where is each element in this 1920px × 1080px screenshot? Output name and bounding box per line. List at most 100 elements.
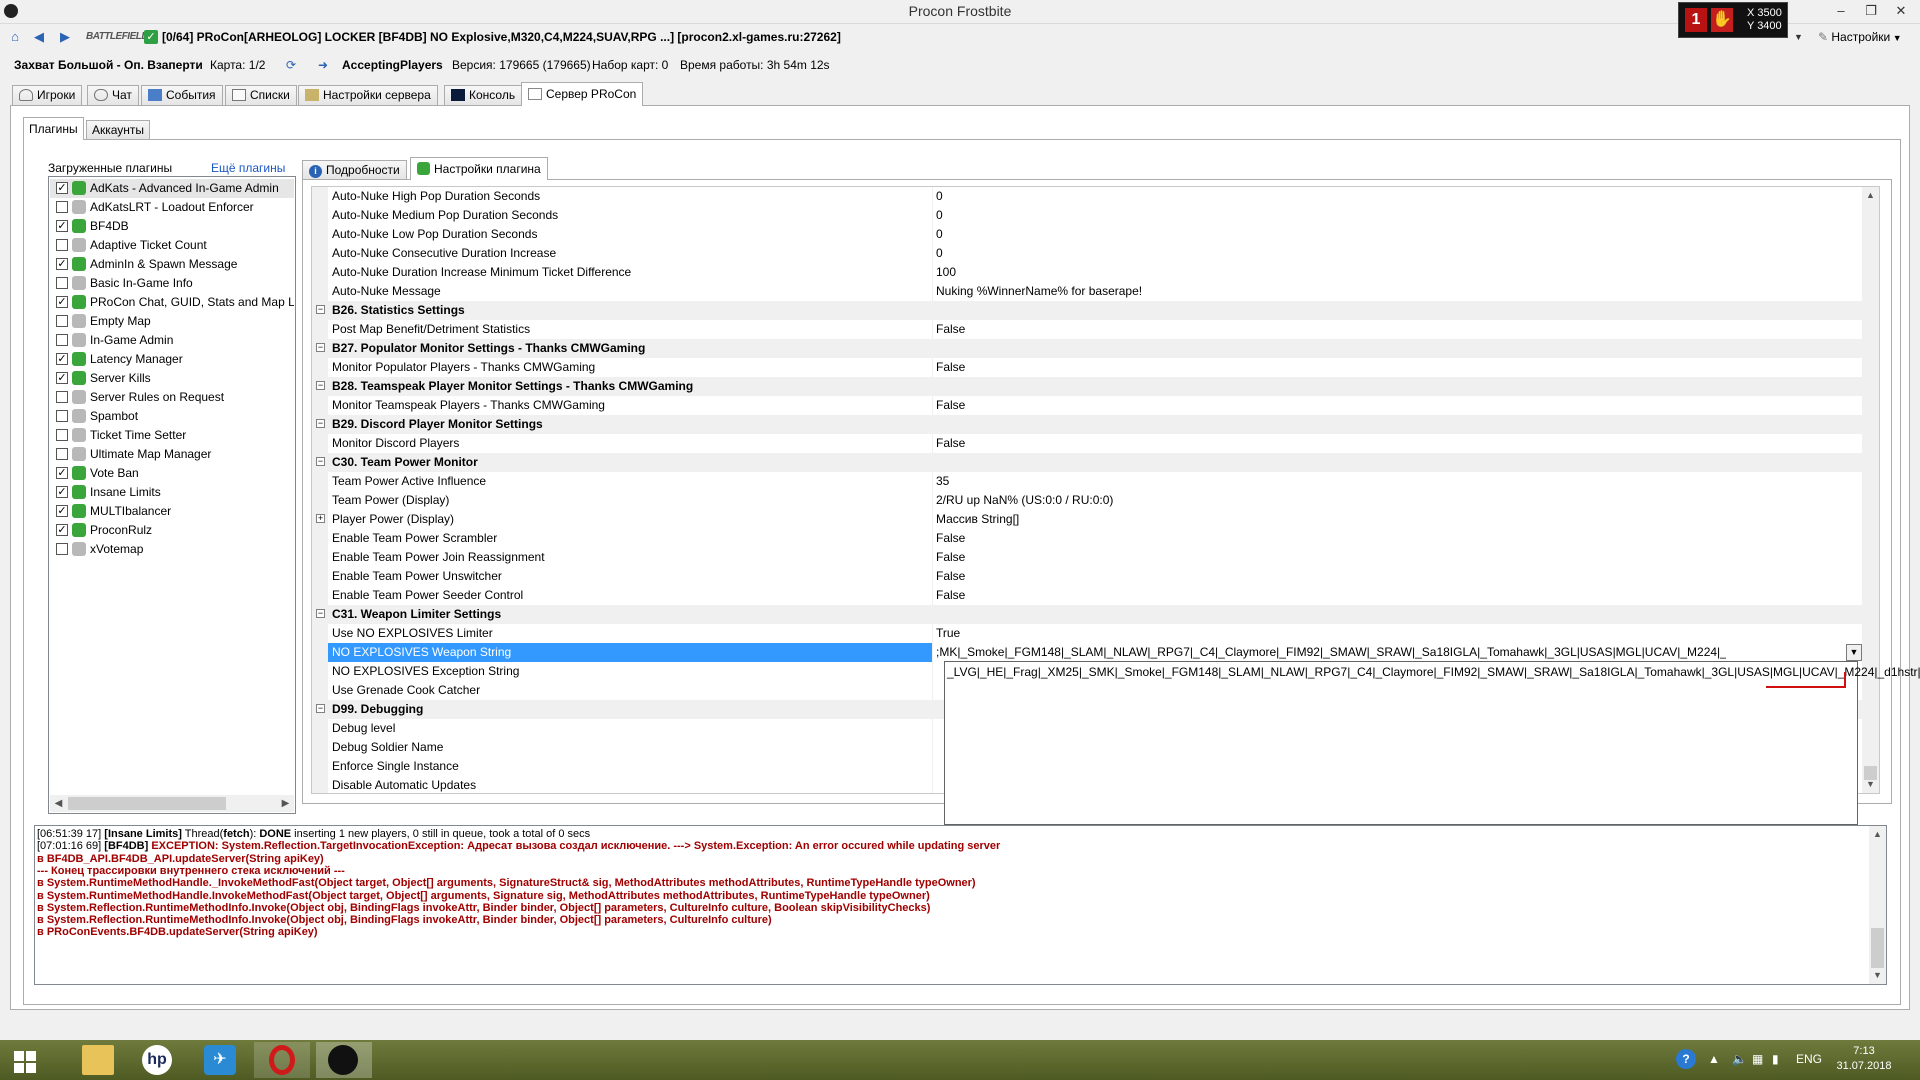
collapse-icon[interactable]: − (316, 457, 325, 466)
column-divider[interactable] (932, 206, 933, 225)
column-divider[interactable] (932, 548, 933, 567)
plugin-checkbox[interactable] (56, 410, 68, 422)
property-value[interactable]: Массив String[] (936, 512, 1019, 526)
scroll-thumb[interactable] (1871, 928, 1884, 968)
property-value[interactable]: False (936, 569, 965, 583)
plugin-item[interactable]: Spambot (50, 407, 294, 426)
opera-taskbar[interactable] (254, 1042, 310, 1078)
tab-console[interactable]: Консоль (444, 85, 523, 105)
tab-players[interactable]: Игроки (12, 85, 83, 105)
property-row[interactable]: Use NO EXPLOSIVES Limiter True (312, 624, 1864, 643)
property-value[interactable]: ;MK|_Smoke|_FGM148|_SLAM|_NLAW|_RPG7|_C4… (936, 645, 1726, 659)
plugin-item[interactable]: Empty Map (50, 312, 294, 331)
column-divider[interactable] (932, 472, 933, 491)
column-divider[interactable] (932, 738, 933, 757)
plugin-item[interactable]: AdKatsLRT - Loadout Enforcer (50, 198, 294, 217)
plugin-checkbox[interactable] (56, 239, 68, 251)
scroll-down-icon[interactable]: ▼ (1869, 967, 1886, 984)
plugin-checkbox[interactable] (56, 334, 68, 346)
property-row[interactable]: Auto-Nuke Duration Increase Minimum Tick… (312, 263, 1864, 282)
collapse-icon[interactable]: − (316, 305, 325, 314)
property-row[interactable]: Auto-Nuke Consecutive Duration Increase 0 (312, 244, 1864, 263)
help-icon[interactable]: ? (1676, 1049, 1696, 1069)
chevron-down-icon[interactable]: ▼ (1794, 32, 1803, 42)
tab-procon-server[interactable]: Сервер PRoCon (521, 82, 644, 106)
plugin-item[interactable]: Ultimate Map Manager (50, 445, 294, 464)
scroll-left-icon[interactable]: ◀ (50, 795, 67, 812)
language-indicator[interactable]: ENG (1796, 1052, 1822, 1066)
column-divider[interactable] (932, 187, 933, 206)
tab-plugin-settings[interactable]: Настройки плагина (410, 157, 548, 180)
weapon-string-text[interactable]: _LVG|_HE|_Frag|_XM25|_SMK|_Smoke|_FGM148… (947, 665, 1920, 679)
plugin-checkbox[interactable]: ✓ (56, 353, 68, 365)
settings-menu[interactable]: ✎ Настройки ▼ (1818, 30, 1902, 44)
property-row[interactable]: Monitor Discord Players False (312, 434, 1864, 453)
column-divider[interactable] (932, 263, 933, 282)
property-row[interactable]: Monitor Populator Players - Thanks CMWGa… (312, 358, 1864, 377)
plugin-item[interactable]: ✓ MULTIbalancer (50, 502, 294, 521)
rocket-taskbar[interactable]: ✈ (192, 1042, 248, 1078)
property-value[interactable]: 0 (936, 246, 943, 260)
property-row[interactable]: Monitor Teamspeak Players - Thanks CMWGa… (312, 396, 1864, 415)
plugin-checkbox[interactable] (56, 277, 68, 289)
plugin-item[interactable]: ✓ PRoCon Chat, GUID, Stats and Map Log (50, 293, 294, 312)
plugin-item[interactable]: ✓ BF4DB (50, 217, 294, 236)
home-icon[interactable]: ⌂ (6, 29, 24, 45)
battery-icon[interactable]: ▮ (1772, 1052, 1779, 1066)
property-category[interactable]: − B28. Teamspeak Player Monitor Settings … (312, 377, 1864, 396)
plugin-checkbox[interactable]: ✓ (56, 182, 68, 194)
tab-events[interactable]: События (141, 85, 223, 105)
property-row[interactable]: Team Power (Display) 2/RU up NaN% (US:0:0… (312, 491, 1864, 510)
property-value[interactable]: 0 (936, 208, 943, 222)
plugin-checkbox[interactable] (56, 448, 68, 460)
property-row[interactable]: Auto-Nuke High Pop Duration Seconds 0 (312, 187, 1864, 206)
column-divider[interactable] (932, 434, 933, 453)
tab-server-settings[interactable]: Настройки сервера (298, 85, 438, 105)
column-divider[interactable] (932, 776, 933, 793)
weapon-string-editor[interactable]: _LVG|_HE|_Frag|_XM25|_SMK|_Smoke|_FGM148… (944, 661, 1920, 825)
tray-expand-icon[interactable]: ▲ (1708, 1052, 1720, 1066)
property-value[interactable]: False (936, 588, 965, 602)
hp-taskbar[interactable]: hp (130, 1042, 186, 1078)
plugin-checkbox[interactable] (56, 201, 68, 213)
plugin-item[interactable]: ✓ Insane Limits (50, 483, 294, 502)
plugin-checkbox[interactable] (56, 315, 68, 327)
column-divider[interactable] (932, 757, 933, 776)
property-value[interactable]: False (936, 322, 965, 336)
plugin-list[interactable]: xVotemap ✓ ProconRulz ✓ MULTIbalancer ✓ Insane… (48, 176, 296, 814)
network-icon[interactable]: ▦ (1752, 1052, 1763, 1066)
property-grid-scrollbar[interactable]: ▲ ▼ (1862, 187, 1879, 793)
event-log[interactable]: в PRoConEvents.BF4DB.updateServer(String… (34, 825, 1887, 985)
column-divider[interactable] (932, 567, 933, 586)
start-button[interactable] (0, 1042, 56, 1078)
plugin-checkbox[interactable]: ✓ (56, 524, 68, 536)
plugin-checkbox[interactable] (56, 543, 68, 555)
property-row[interactable]: Enable Team Power Scrambler False (312, 529, 1864, 548)
property-value[interactable]: False (936, 360, 965, 374)
more-plugins-link[interactable]: Ещё плагины (211, 161, 285, 175)
property-value[interactable]: 0 (936, 227, 943, 241)
property-row[interactable]: Auto-Nuke Low Pop Duration Seconds 0 (312, 225, 1864, 244)
property-row[interactable]: Enable Team Power Seeder Control False (312, 586, 1864, 605)
column-divider[interactable] (932, 624, 933, 643)
tab-accounts[interactable]: Аккаунты (86, 120, 151, 139)
plugin-item[interactable]: ✓ ProconRulz (50, 521, 294, 540)
plugin-item[interactable]: Ticket Time Setter (50, 426, 294, 445)
explorer-taskbar[interactable] (70, 1042, 126, 1078)
minimize-button[interactable]: – (1826, 0, 1856, 22)
property-category[interactable]: − C31. Weapon Limiter Settings (312, 605, 1864, 624)
property-value[interactable]: False (936, 550, 965, 564)
column-divider[interactable] (932, 681, 933, 700)
plugin-checkbox[interactable]: ✓ (56, 296, 68, 308)
procon-taskbar[interactable] (316, 1042, 372, 1078)
property-value[interactable]: False (936, 398, 965, 412)
property-category[interactable]: − B26. Statistics Settings (312, 301, 1864, 320)
tab-plugins[interactable]: Плагины (23, 117, 84, 140)
plugin-checkbox[interactable]: ✓ (56, 505, 68, 517)
property-row[interactable]: Auto-Nuke Message Nuking %WinnerName% for… (312, 282, 1864, 301)
scroll-down-icon[interactable]: ▼ (1862, 776, 1879, 793)
property-row[interactable]: Auto-Nuke Medium Pop Duration Seconds 0 (312, 206, 1864, 225)
column-divider[interactable] (932, 491, 933, 510)
plugin-checkbox[interactable] (56, 391, 68, 403)
plugin-item[interactable]: ✓ Vote Ban (50, 464, 294, 483)
